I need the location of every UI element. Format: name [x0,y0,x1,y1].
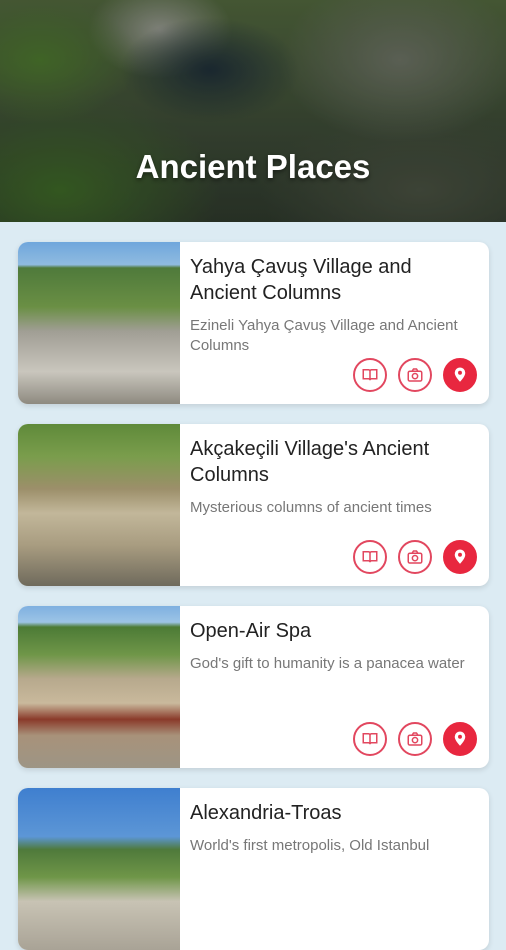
place-thumbnail [18,242,180,404]
place-thumbnail [18,788,180,950]
book-icon[interactable] [353,540,387,574]
place-card[interactable]: Open-Air Spa God's gift to humanity is a… [18,606,489,768]
place-thumbnail [18,606,180,768]
place-thumbnail [18,424,180,586]
header-banner: Ancient Places [0,0,506,222]
camera-icon[interactable] [398,358,432,392]
book-icon[interactable] [353,358,387,392]
place-subtitle: God's gift to humanity is a panacea wate… [190,655,465,672]
place-subtitle: Ezineli Yahya Çavuş Village and Ancient … [190,317,458,354]
book-icon[interactable] [353,722,387,756]
place-card[interactable]: Alexandria-Troas World's first metropoli… [18,788,489,950]
place-title: Akçakeçili Village's Ancient Columns [190,438,430,486]
place-card[interactable]: Akçakeçili Village's Ancient Columns Mys… [18,424,489,586]
place-title: Open-Air Spa [190,620,312,642]
place-subtitle: Mysterious columns of ancient times [190,499,432,516]
place-title: Yahya Çavuş Village and Ancient Columns [190,256,412,304]
place-subtitle: World's first metropolis, Old Istanbul [190,837,430,854]
location-pin-icon[interactable] [443,722,477,756]
page-title: Ancient Places [135,148,371,185]
camera-icon[interactable] [398,722,432,756]
location-pin-icon[interactable] [443,358,477,392]
location-pin-icon[interactable] [443,540,477,574]
place-title: Alexandria-Troas [190,802,342,824]
place-card[interactable]: Yahya Çavuş Village and Ancient Columns … [18,242,489,404]
header-image-overlay [0,0,506,222]
camera-icon[interactable] [398,540,432,574]
